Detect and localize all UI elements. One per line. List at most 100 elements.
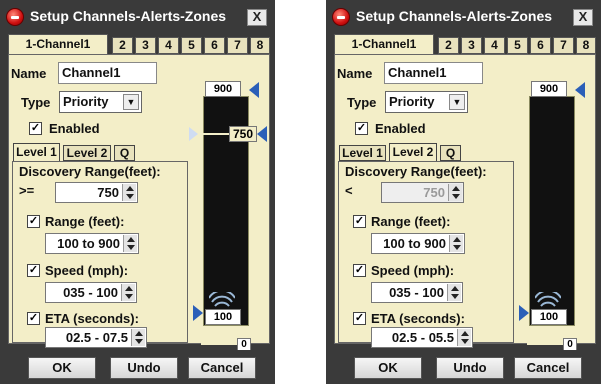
discovery-mark-label: 750 — [229, 126, 257, 142]
min-marker-icon[interactable] — [193, 305, 203, 321]
tab-channel-6[interactable]: 6 — [530, 37, 551, 54]
discovery-marker-icon[interactable] — [189, 127, 198, 141]
level-panel: Discovery Range(feet): >= 750 Range (fee… — [12, 161, 188, 348]
eta-stepper[interactable]: 02.5 - 07.5 — [45, 327, 147, 348]
ok-button[interactable]: OK — [354, 357, 422, 379]
range-value: 100 to 900 — [57, 236, 120, 251]
tab-level-q[interactable]: Q — [440, 145, 461, 161]
close-button[interactable]: X — [573, 9, 593, 26]
range-checkbox[interactable] — [27, 215, 40, 228]
tab-level-2[interactable]: Level 2 — [63, 145, 111, 161]
name-input[interactable]: Channel1 — [58, 62, 157, 84]
tab-channel-7[interactable]: 7 — [227, 37, 248, 54]
button-bar: OK Undo Cancel — [326, 350, 601, 384]
spin-arrows-icon[interactable] — [447, 284, 461, 301]
tab-channel-8[interactable]: 8 — [250, 37, 270, 54]
title-bar[interactable]: Setup Channels-Alerts-Zones X — [326, 0, 601, 34]
enabled-label: Enabled — [49, 121, 100, 136]
type-select[interactable]: Priority ▼ — [385, 91, 468, 113]
tab-channel-1[interactable]: 1-Channel1 — [8, 34, 108, 54]
tab-channel-6[interactable]: 6 — [204, 37, 225, 54]
ok-button[interactable]: OK — [28, 357, 96, 379]
tab-level-1[interactable]: Level 1 — [13, 143, 60, 162]
undo-button[interactable]: Undo — [110, 357, 178, 379]
enabled-checkbox[interactable] — [29, 122, 42, 135]
tab-level-2[interactable]: Level 2 — [389, 143, 437, 162]
tab-channel-1[interactable]: 1-Channel1 — [334, 34, 434, 54]
enabled-checkbox[interactable] — [355, 122, 368, 135]
spin-arrows-icon[interactable] — [123, 235, 137, 252]
spin-arrows-icon[interactable] — [131, 329, 145, 346]
max-marker-icon[interactable] — [575, 82, 585, 98]
tab-channel-2[interactable]: 2 — [438, 37, 459, 54]
spin-arrows-icon[interactable] — [122, 184, 136, 201]
spin-arrows-icon — [448, 184, 462, 201]
tab-level-1[interactable]: Level 1 — [339, 145, 386, 161]
type-label: Type — [347, 95, 377, 110]
tab-channel-4[interactable]: 4 — [484, 37, 505, 54]
discovery-range-value: 750 — [97, 185, 119, 200]
eta-checkbox[interactable] — [353, 312, 366, 325]
channel-tabs: 1-Channel1 2 3 4 5 6 7 8 — [8, 34, 275, 54]
zero-line — [527, 343, 563, 345]
discovery-range-value: 750 — [423, 185, 445, 200]
tab-channel-4[interactable]: 4 — [158, 37, 179, 54]
close-button[interactable]: X — [247, 9, 267, 26]
title-bar[interactable]: Setup Channels-Alerts-Zones X — [0, 0, 275, 34]
tab-channel-7[interactable]: 7 — [553, 37, 574, 54]
speed-label: Speed (mph): — [45, 263, 129, 278]
tab-channel-5[interactable]: 5 — [507, 37, 528, 54]
eta-value: 02.5 - 05.5 — [391, 330, 454, 345]
window-title: Setup Channels-Alerts-Zones — [30, 8, 227, 24]
min-marker-icon[interactable] — [519, 305, 529, 321]
tab-channel-3[interactable]: 3 — [135, 37, 156, 54]
name-input[interactable]: Channel1 — [384, 62, 483, 84]
level-tabs: Level 1 Level 2 Q — [13, 143, 173, 163]
discovery-operator: < — [345, 183, 353, 198]
discovery-range-label: Discovery Range(feet): — [19, 164, 161, 179]
range-label: Range (feet): — [45, 214, 125, 229]
cancel-button[interactable]: Cancel — [514, 357, 582, 379]
cancel-button[interactable]: Cancel — [188, 357, 256, 379]
level-panel: Discovery Range(feet): < 750 Range (feet… — [338, 161, 514, 348]
name-label: Name — [11, 66, 47, 81]
app-icon — [332, 8, 350, 26]
range-stepper[interactable]: 100 to 900 — [371, 233, 465, 254]
spin-arrows-icon[interactable] — [121, 284, 135, 301]
scale-min-label: 100 — [531, 309, 567, 325]
max-marker-icon[interactable] — [249, 82, 259, 98]
tab-channel-5[interactable]: 5 — [181, 37, 202, 54]
enabled-label: Enabled — [375, 121, 426, 136]
type-select[interactable]: Priority ▼ — [59, 91, 142, 113]
signal-icon — [209, 292, 235, 307]
discovery-handle-icon[interactable] — [257, 126, 267, 142]
spin-arrows-icon[interactable] — [449, 235, 463, 252]
chevron-down-icon[interactable]: ▼ — [123, 94, 139, 110]
range-checkbox[interactable] — [353, 215, 366, 228]
level-tabs: Level 1 Level 2 Q — [339, 143, 499, 163]
type-select-value: Priority — [63, 94, 109, 109]
speed-checkbox[interactable] — [27, 264, 40, 277]
tab-channel-3[interactable]: 3 — [461, 37, 482, 54]
range-stepper[interactable]: 100 to 900 — [45, 233, 139, 254]
tab-channel-2[interactable]: 2 — [112, 37, 133, 54]
spin-arrows-icon[interactable] — [457, 329, 471, 346]
setup-dialog-level2: Setup Channels-Alerts-Zones X 1-Channel1… — [326, 0, 601, 384]
tab-level-q[interactable]: Q — [114, 145, 135, 161]
discovery-range-stepper[interactable]: 750 — [55, 182, 138, 203]
eta-label: ETA (seconds): — [371, 311, 465, 326]
speed-stepper[interactable]: 035 - 100 — [45, 282, 137, 303]
tab-channel-8[interactable]: 8 — [576, 37, 596, 54]
name-label: Name — [337, 66, 373, 81]
speed-stepper[interactable]: 035 - 100 — [371, 282, 463, 303]
range-scale: 900 750 100 0 — [189, 59, 267, 351]
speed-checkbox[interactable] — [353, 264, 366, 277]
range-value: 100 to 900 — [383, 236, 446, 251]
undo-button[interactable]: Undo — [436, 357, 504, 379]
type-label: Type — [21, 95, 51, 110]
eta-checkbox[interactable] — [27, 312, 40, 325]
chevron-down-icon[interactable]: ▼ — [449, 94, 465, 110]
range-label: Range (feet): — [371, 214, 451, 229]
range-scale: 900 100 0 — [519, 59, 585, 351]
eta-stepper[interactable]: 02.5 - 05.5 — [371, 327, 473, 348]
